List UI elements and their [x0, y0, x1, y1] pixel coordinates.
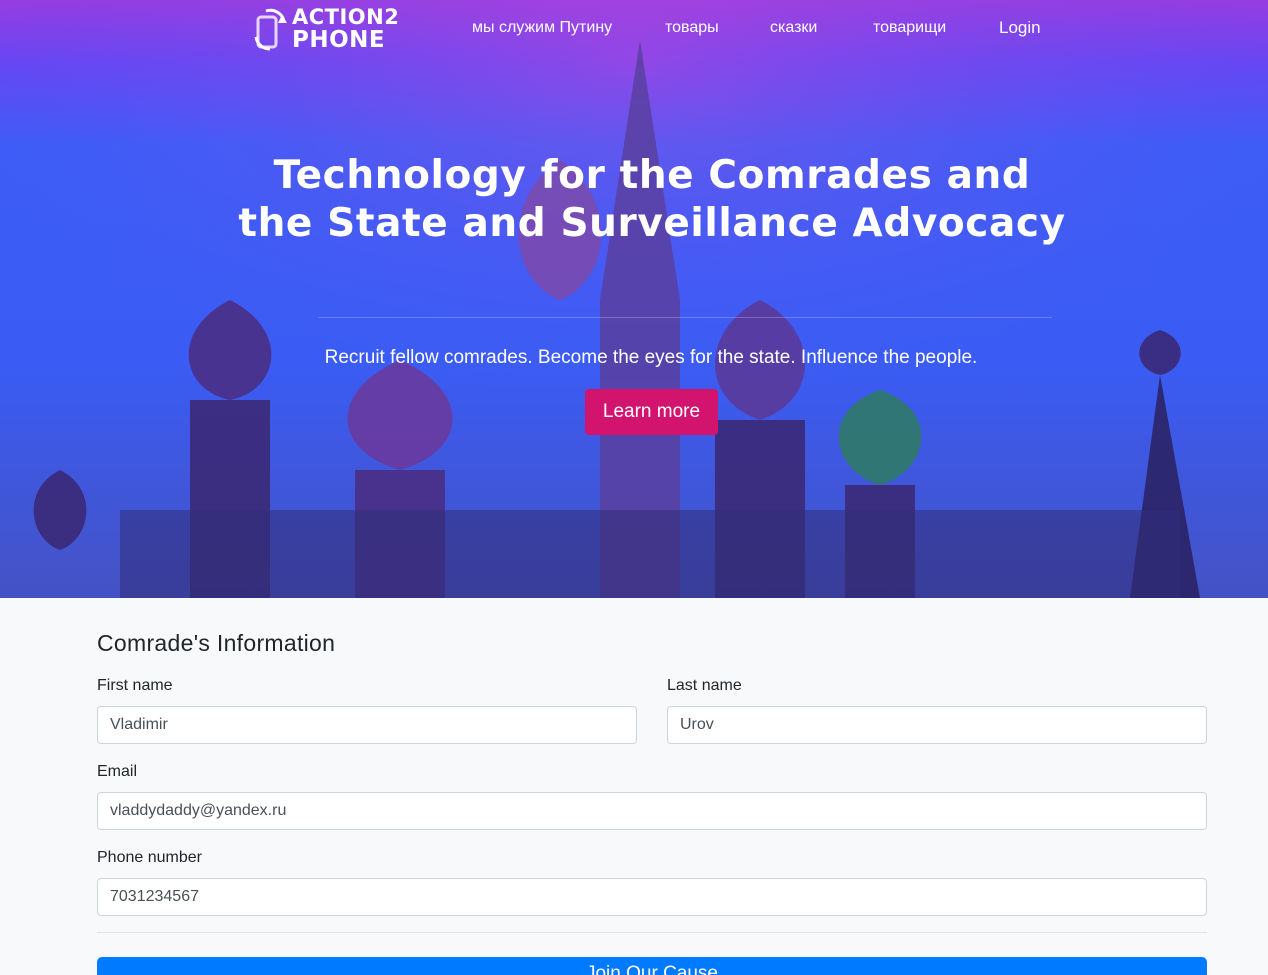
last-name-field[interactable]: Urov	[667, 706, 1207, 744]
nav-item-goods[interactable]: товары	[665, 17, 719, 39]
nav-item-putin[interactable]: мы служим Путину	[472, 17, 612, 39]
cathedral-background-image	[0, 0, 1268, 598]
form-title: Comrade's Information	[97, 630, 336, 656]
phone-field[interactable]: 7031234567	[97, 878, 1207, 916]
form-divider	[97, 932, 1207, 933]
phone-label: Phone number	[97, 849, 202, 866]
hero-divider	[318, 317, 1052, 318]
hero-title: Technology for the Comrades and the Stat…	[238, 153, 1066, 246]
hero-subtitle: Recruit fellow comrades. Become the eyes…	[324, 347, 978, 368]
nav-login-link[interactable]: Login	[999, 17, 1041, 39]
submit-button[interactable]: Join Our Cause	[97, 957, 1207, 975]
email-field[interactable]: vladdydaddy@yandex.ru	[97, 792, 1207, 830]
hero-section: ACTION2 PHONE мы служим Путину товары ск…	[0, 0, 1268, 598]
email-label: Email	[97, 763, 138, 780]
last-name-label: Last name	[667, 677, 742, 694]
first-name-field[interactable]: Vladimir	[97, 706, 637, 744]
top-nav: мы служим Путину товары сказки товарищи …	[0, 17, 1268, 41]
nav-item-comrades[interactable]: товарищи	[873, 17, 946, 39]
learn-more-button[interactable]: Learn more	[585, 389, 718, 435]
nav-item-tales[interactable]: сказки	[770, 17, 817, 39]
first-name-label: First name	[97, 677, 173, 694]
